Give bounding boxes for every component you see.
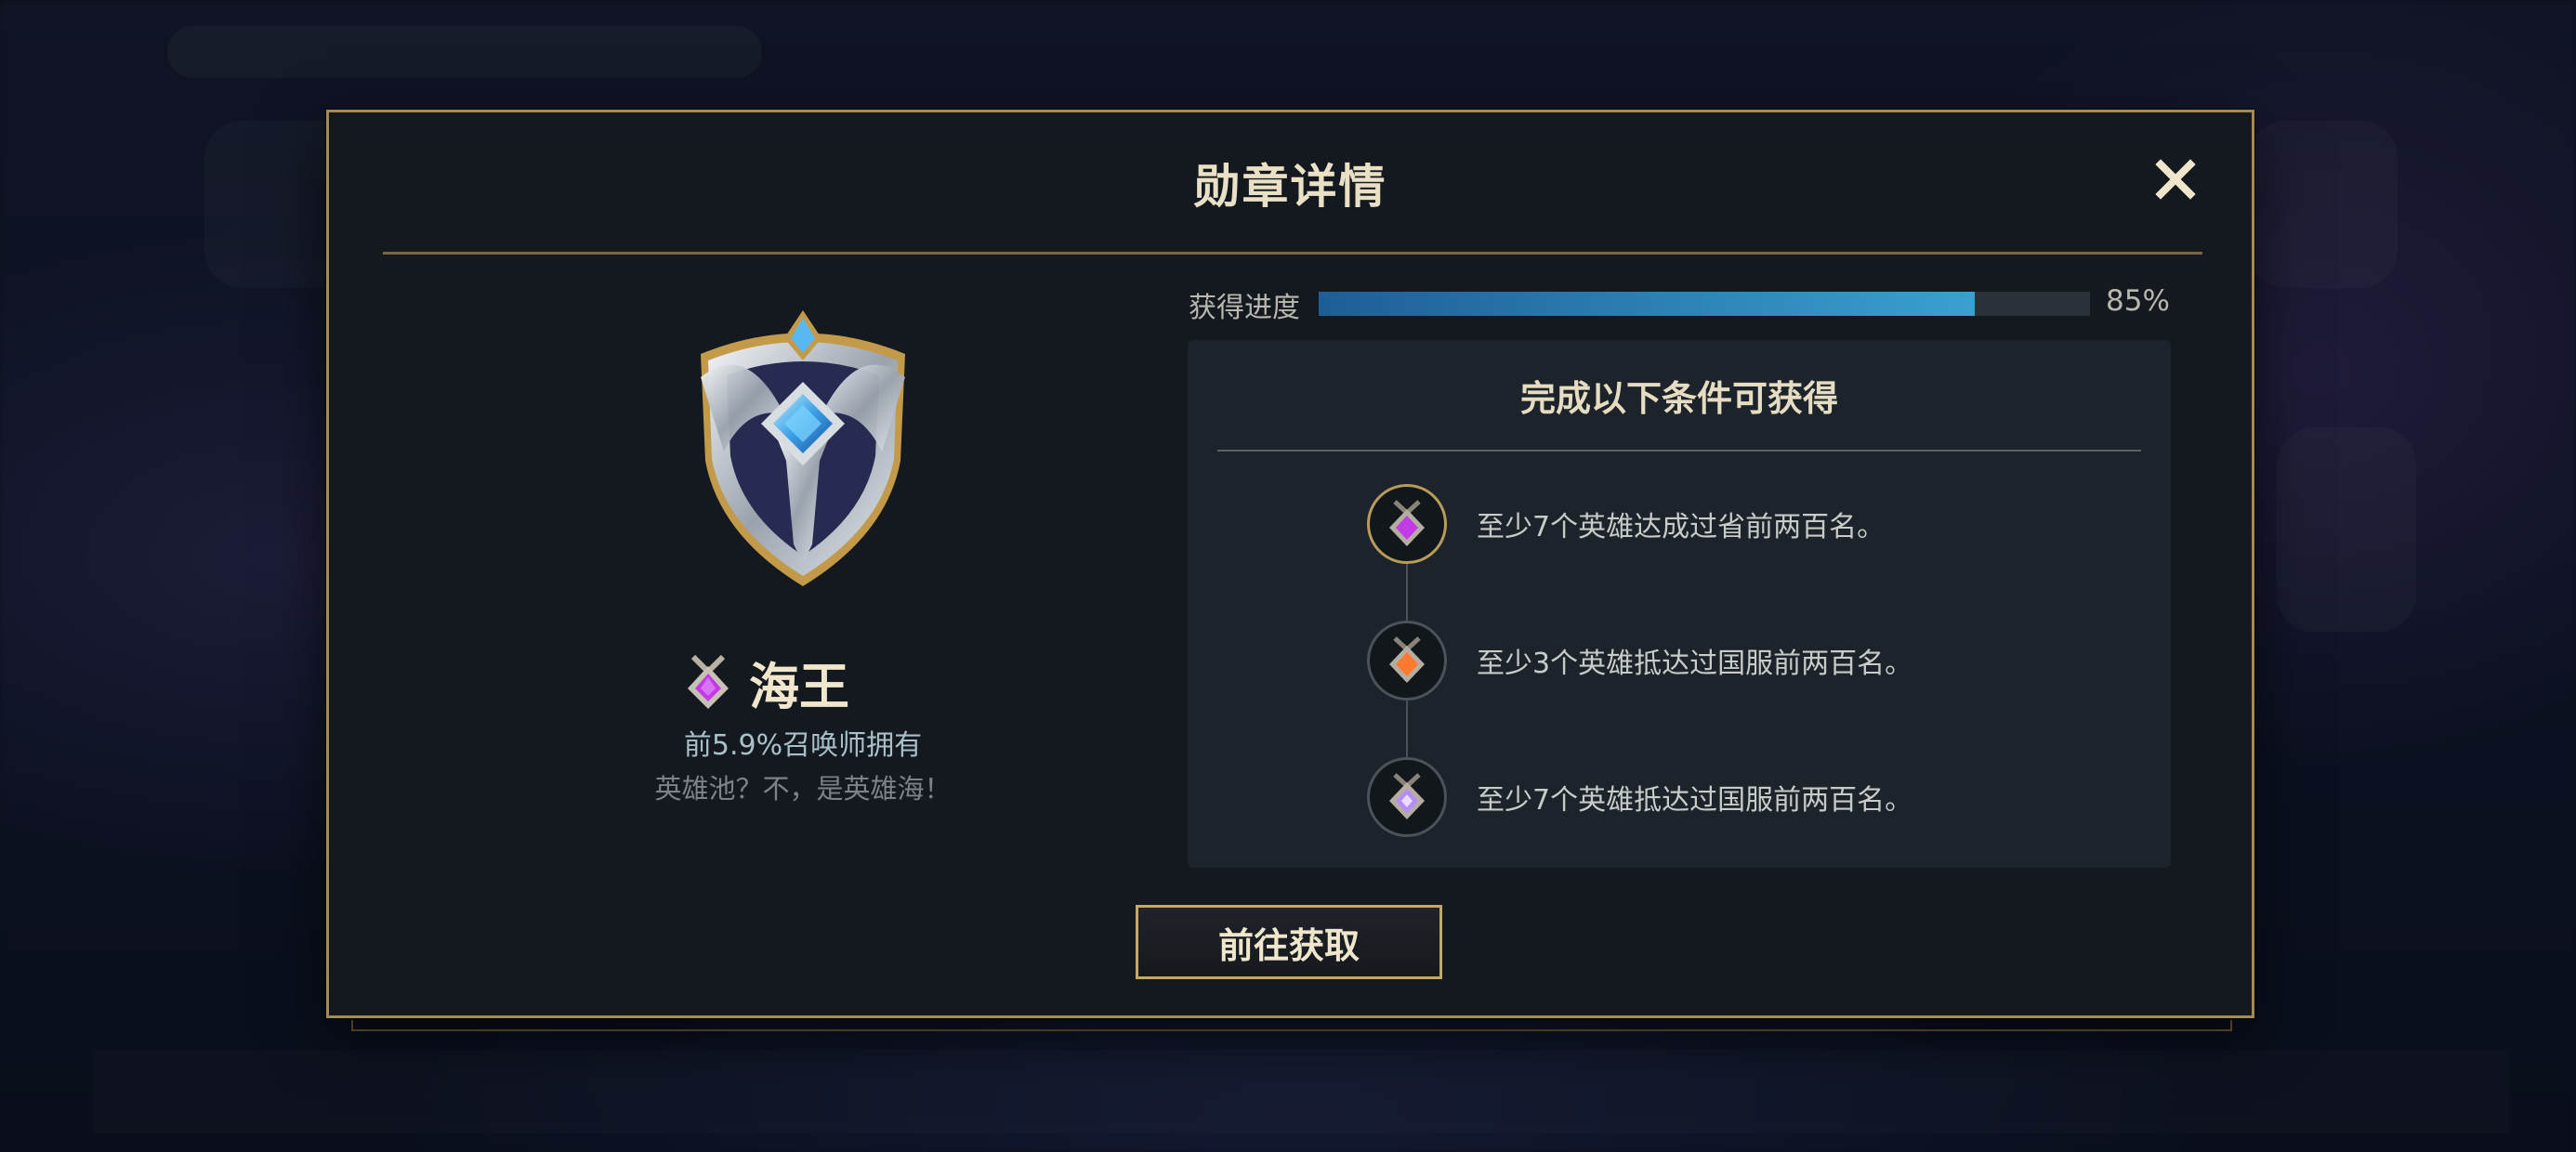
badge-title-row: 海王	[682, 649, 849, 716]
condition-text: 至少7个英雄达成过省前两百名。	[1477, 511, 1886, 543]
title-divider	[383, 252, 2202, 255]
condition-item: 至少3个英雄抵达过国服前两百名。	[1367, 621, 1912, 700]
badge-rank-icon	[688, 654, 729, 709]
progress-label: 获得进度	[1189, 292, 1300, 324]
close-icon[interactable]	[2148, 151, 2203, 207]
violet-medal-icon	[1367, 757, 1447, 837]
orange-medal-icon	[1367, 621, 1447, 700]
modal-title: 勋章详情	[1193, 160, 1387, 214]
conditions-panel: 完成以下条件可获得 至少7个英雄达成过省前两百名。 至少3个英雄抵达过国服前两百…	[1188, 340, 2171, 868]
shield-medal-icon	[701, 310, 905, 586]
condition-item: 至少7个英雄抵达过国服前两百名。	[1367, 757, 1912, 837]
progress-bar	[1319, 292, 2090, 316]
modal-footer-decoration	[351, 1020, 2232, 1031]
conditions-title: 完成以下条件可获得	[1519, 378, 1838, 419]
condition-text: 至少7个英雄抵达过国服前两百名。	[1477, 784, 1913, 817]
progress-percent: 85%	[2106, 284, 2170, 318]
condition-item: 至少7个英雄达成过省前两百名。	[1367, 484, 1885, 564]
purple-medal-icon	[1367, 484, 1447, 564]
badge-slogan: 英雄池？不，是英雄海！	[654, 773, 952, 805]
progress-fill	[1319, 292, 1975, 316]
condition-text: 至少3个英雄抵达过国服前两百名。	[1477, 648, 1913, 680]
badge-detail-modal: 勋章详情 海王 前5.9%召唤师拥有 英雄池？不，是英雄海！ 获得进度 85% …	[326, 110, 2254, 1018]
badge-owned-text: 前5.9%召唤师拥有	[683, 729, 923, 762]
conditions-divider	[1217, 450, 2141, 452]
badge-name: 海王	[749, 657, 849, 716]
go-obtain-button[interactable]: 前往获取	[1136, 905, 1442, 979]
